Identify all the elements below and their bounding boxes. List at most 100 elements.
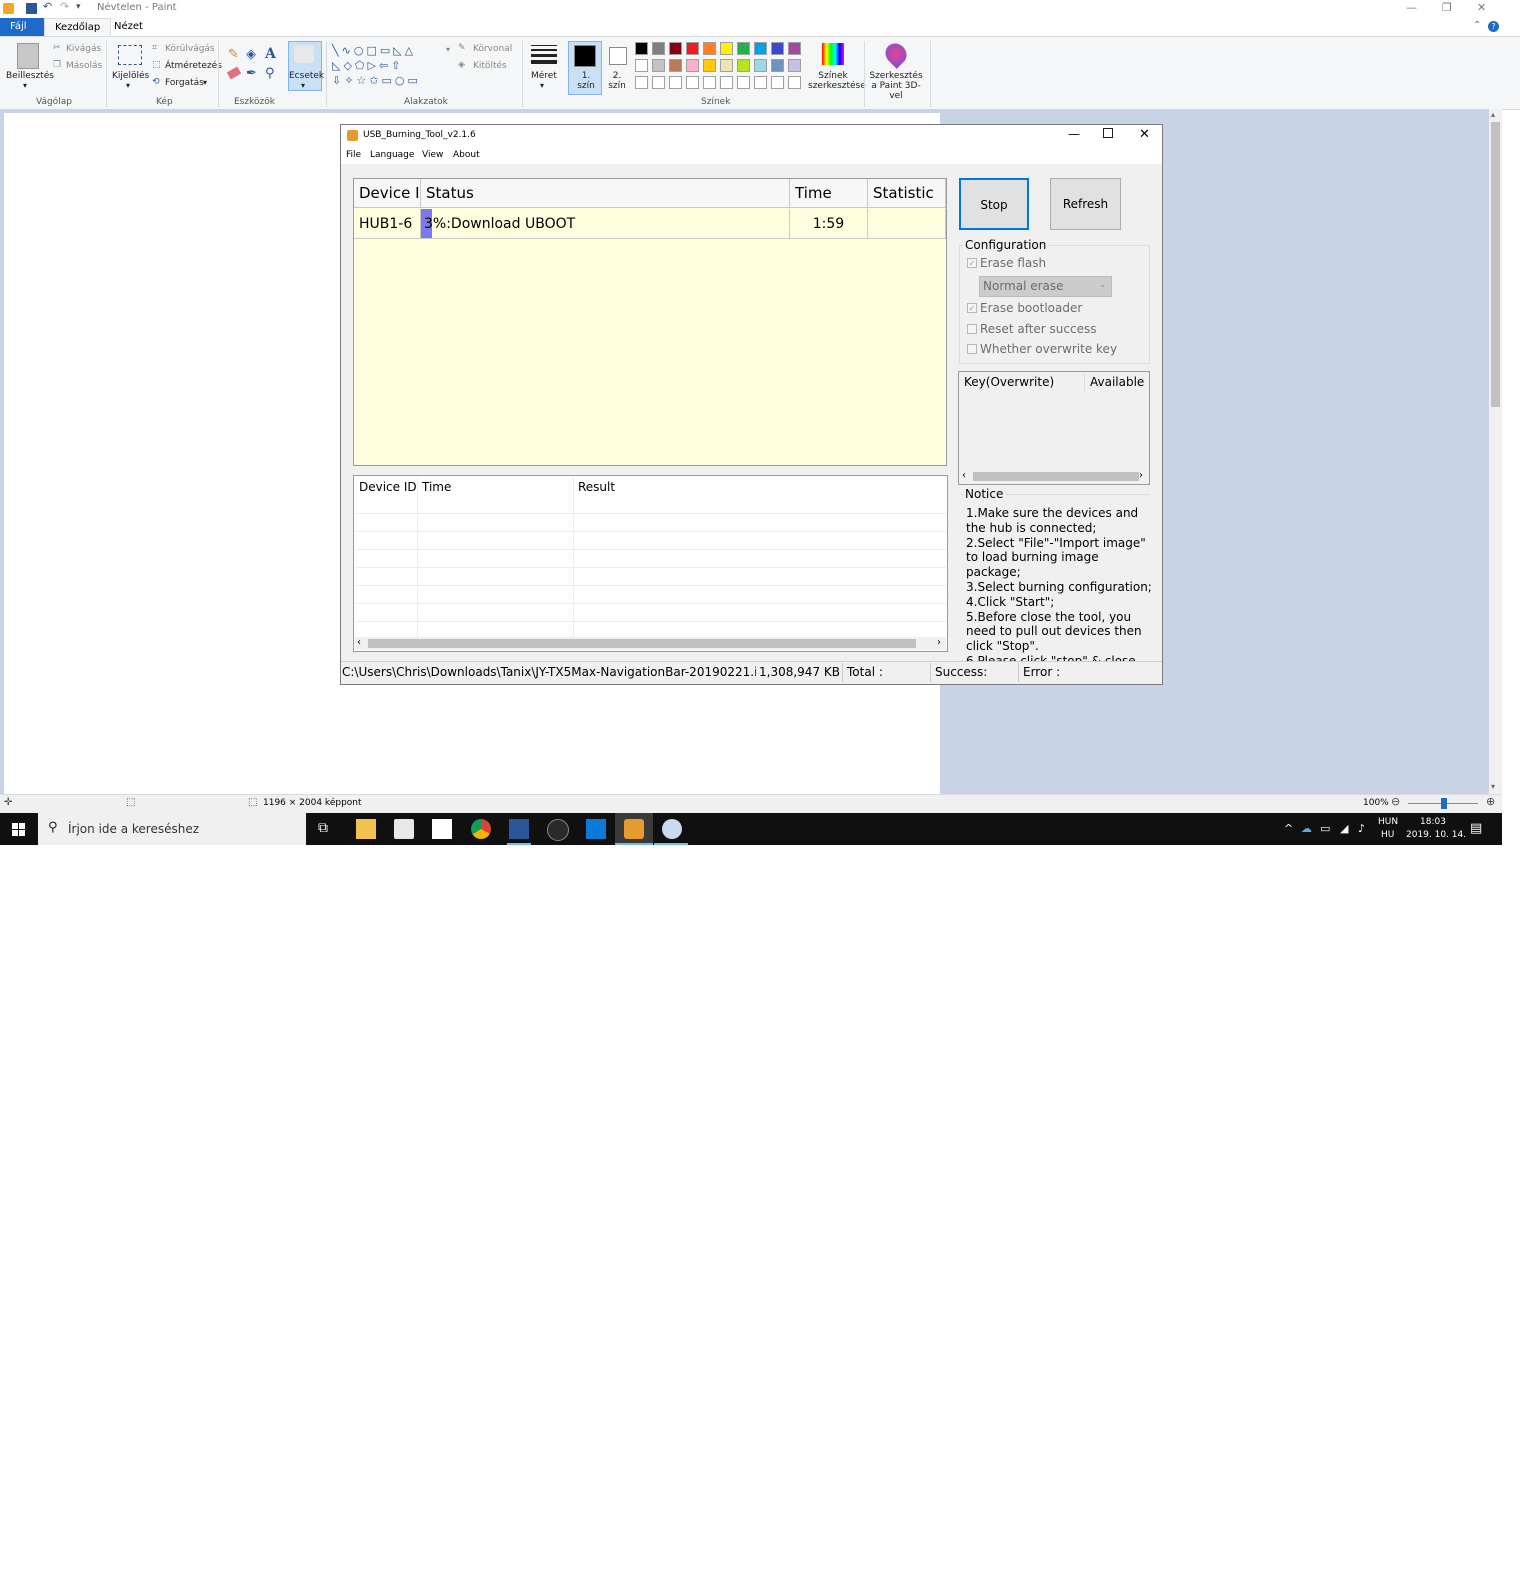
history-scrollbar-thumb[interactable] [368,639,916,648]
chrome-icon[interactable] [471,819,491,839]
edit-with-paint3d-button[interactable]: Szerkesztés a Paint 3D-vel [868,71,924,101]
restore-icon[interactable]: ❐ [1442,1,1452,14]
custom-color-slot[interactable] [720,76,733,89]
scroll-right-icon[interactable]: › [937,637,941,648]
device-id-cell[interactable]: HUB1-6 [354,209,421,239]
close-icon[interactable]: ✕ [1477,1,1486,14]
menu-language[interactable]: Language [370,150,414,160]
custom-color-slot[interactable] [737,76,750,89]
palette-swatch[interactable] [652,42,665,55]
custom-color-slot[interactable] [754,76,767,89]
palette-swatch[interactable] [771,59,784,72]
key-scrollbar-thumb[interactable] [973,472,1139,481]
onedrive-icon[interactable]: ☁ [1301,822,1312,835]
shapes-scroll-icon[interactable]: ▾ [446,45,450,54]
media-app-icon[interactable] [547,819,569,841]
custom-color-slot[interactable] [771,76,784,89]
magnifier-icon[interactable]: ⚲ [265,66,275,81]
pencil-icon[interactable]: ✎ [228,47,239,62]
edit-colors-button[interactable]: Színek szerkesztése [808,71,866,91]
tab-file[interactable]: Fájl [0,18,44,36]
shapes-gallery[interactable]: ╲∿○□▭◺△ ◺◇⬠▷⇦⇧ ⇩✧☆✩▭○▭ [332,43,444,87]
palette-swatch[interactable] [754,42,767,55]
status-cell[interactable]: 3%:Download UBOOT [421,209,790,239]
ubt-maximize-icon[interactable] [1103,128,1113,138]
palette-swatch[interactable] [635,59,648,72]
color2-swatch[interactable] [609,47,627,65]
palette-swatch[interactable] [771,42,784,55]
custom-color-slot[interactable] [703,76,716,89]
tab-home[interactable]: Kezdőlap [44,18,112,37]
erase-flash-checkbox[interactable]: ✓ [967,258,977,268]
cut-button[interactable]: Kivágás [66,44,101,54]
color-picker-icon[interactable]: ✒ [246,66,257,81]
text-tool-icon[interactable]: A [265,46,276,62]
select-dropdown-icon[interactable]: ▾ [126,81,130,90]
erase-bootloader-checkbox[interactable]: ✓ [967,303,977,313]
custom-color-slot[interactable] [686,76,699,89]
fill-button[interactable]: Kitöltés [473,61,507,71]
action-center-icon[interactable]: ▤ [1470,821,1482,836]
paste-dropdown-icon[interactable]: ▾ [23,81,27,90]
size-icon[interactable] [531,45,557,64]
palette-swatch[interactable] [754,59,767,72]
paste-button[interactable]: Beillesztés [6,71,54,81]
time-cell[interactable]: 1:59 [790,209,868,239]
clock-time[interactable]: 18:03 [1420,817,1446,827]
zoom-in-icon[interactable]: ⊕ [1486,795,1495,808]
zoom-out-icon[interactable]: ⊖ [1391,795,1400,808]
palette-swatch[interactable] [703,42,716,55]
scroll-up-icon[interactable]: ▴ [1491,110,1495,119]
rotate-button[interactable]: Forgatás [165,78,204,88]
blue-app-icon[interactable] [586,819,606,839]
palette-swatch[interactable] [669,59,682,72]
grid-header-time[interactable]: Time [790,179,868,208]
file-explorer-icon[interactable] [356,819,376,839]
scroll-down-icon[interactable]: ▾ [1491,782,1495,791]
key-header-available[interactable]: Available [1090,375,1144,389]
volume-icon[interactable]: ♪ [1358,822,1365,835]
custom-color-slot[interactable] [635,76,648,89]
paste-icon[interactable] [17,43,39,69]
collapse-ribbon-icon[interactable]: ⌃ [1473,20,1481,31]
network-icon[interactable]: ◢ [1340,822,1348,835]
custom-color-slot[interactable] [788,76,801,89]
minimize-icon[interactable]: — [1406,1,1417,14]
palette-swatch[interactable] [635,42,648,55]
menu-file[interactable]: File [346,150,361,160]
custom-color-slot[interactable] [652,76,665,89]
palette-swatch[interactable] [686,59,699,72]
erase-mode-select[interactable]: Normal erase [979,276,1112,297]
grid-header-device-id[interactable]: Device ID [354,179,421,208]
show-hidden-icons-icon[interactable]: ^ [1284,822,1293,835]
fill-bucket-icon[interactable]: ◈ [246,47,256,62]
grid-header-statistic[interactable]: Statistic [868,179,946,208]
key-scroll-left-icon[interactable]: ‹ [962,470,966,481]
taskbar-search[interactable]: ⚲ Írjon ide a kereséshez [38,813,306,845]
save-icon[interactable] [26,3,37,14]
eraser-icon[interactable] [226,66,242,80]
select-button[interactable]: Kijelölés [112,71,149,81]
outline-button[interactable]: Körvonal [473,44,512,54]
undo-icon[interactable]: ↶ [43,0,52,13]
task-view-icon[interactable]: ⧉ [318,820,328,836]
palette-swatch[interactable] [737,59,750,72]
save-app-icon[interactable] [509,819,529,839]
input-language-top[interactable]: HUN [1378,817,1398,827]
zoom-slider-thumb[interactable] [1441,798,1447,809]
brushes-dropdown-icon[interactable]: ▾ [301,81,305,90]
select-icon[interactable] [118,45,142,65]
history-header-result[interactable]: Result [578,480,615,494]
help-icon[interactable]: ? [1488,21,1499,32]
store-icon[interactable] [394,819,414,839]
history-header-device-id[interactable]: Device ID [359,480,417,494]
ubt-close-icon[interactable]: ✕ [1139,127,1150,142]
clock-date[interactable]: 2019. 10. 14. [1406,830,1466,840]
palette-swatch[interactable] [720,42,733,55]
size-button[interactable]: Méret [531,71,557,81]
menu-view[interactable]: View [422,150,443,160]
customize-quick-access-icon[interactable]: ▾ [76,2,81,12]
input-language-bottom[interactable]: HU [1381,830,1394,840]
grid-header-status[interactable]: Status [421,179,790,208]
scroll-left-icon[interactable]: ‹ [357,637,361,648]
